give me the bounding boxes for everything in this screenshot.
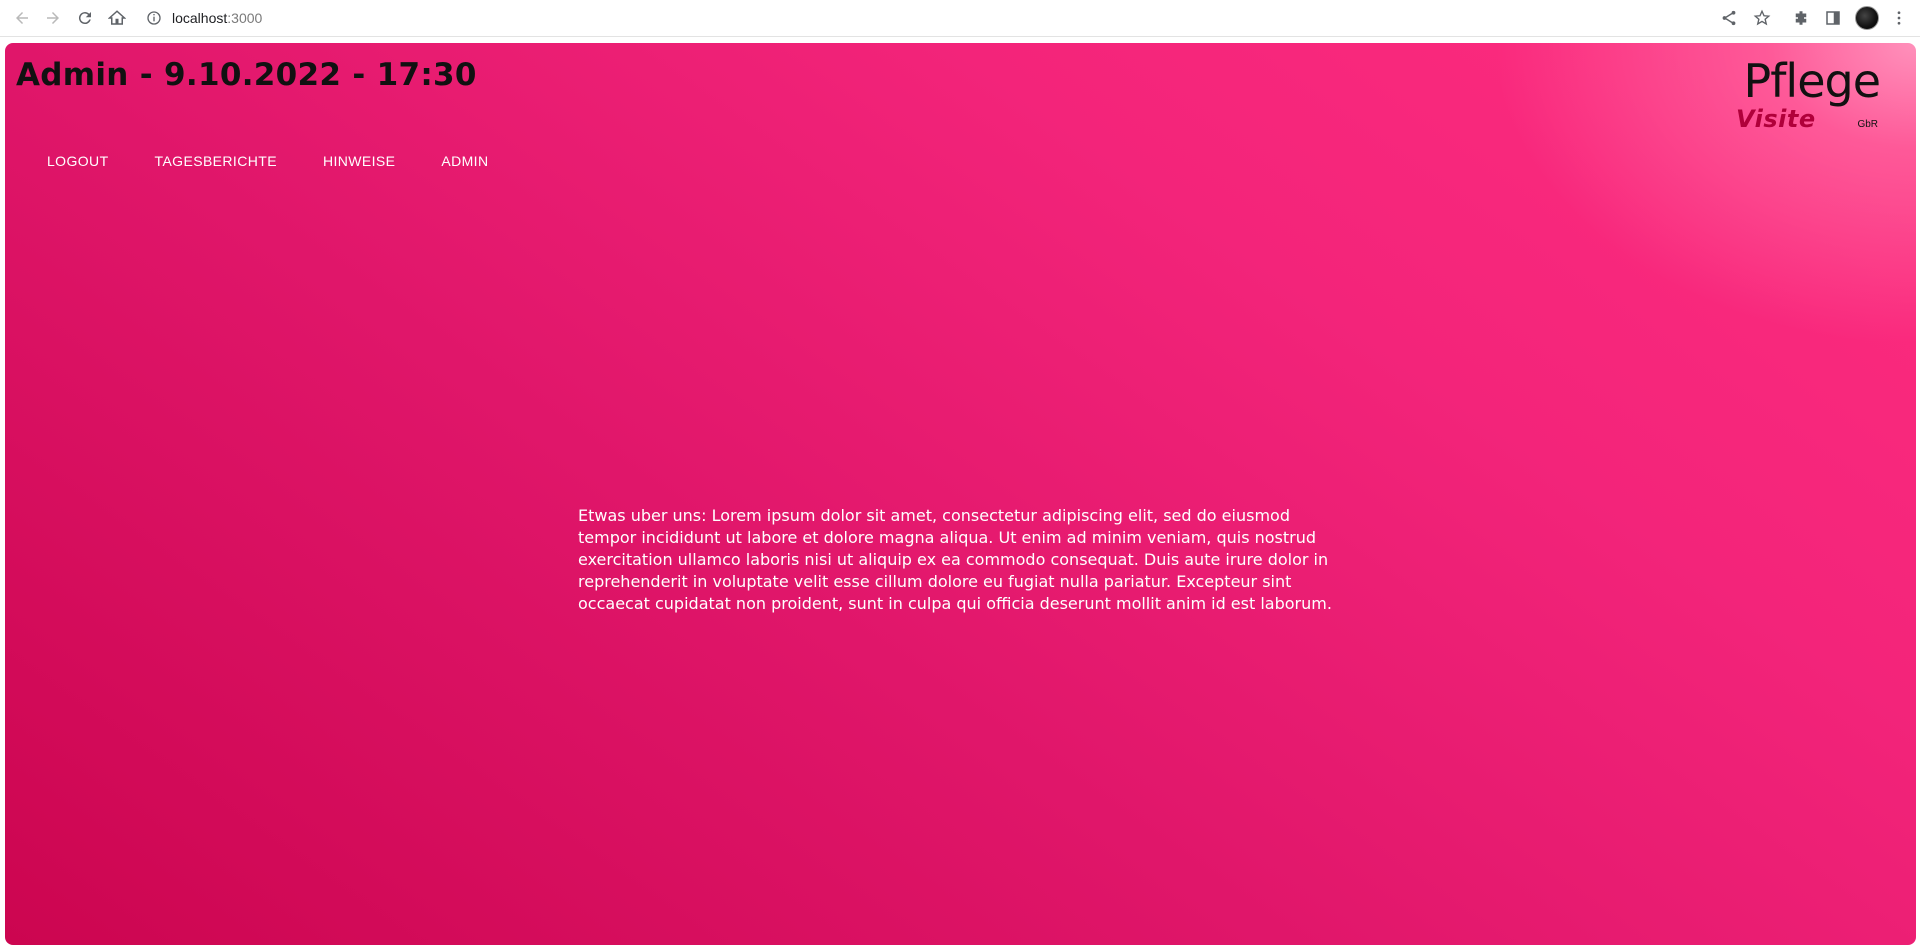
main-nav: LOGOUT TAGESBERICHTE HINWEISE ADMIN bbox=[29, 147, 517, 175]
nav-admin[interactable]: ADMIN bbox=[423, 147, 506, 175]
reload-icon[interactable] bbox=[72, 6, 98, 30]
nav-hinweise[interactable]: HINWEISE bbox=[305, 147, 413, 175]
address-bar[interactable]: localhost:3000 bbox=[146, 5, 1706, 31]
logo-suffix: GbR bbox=[1857, 119, 1878, 130]
info-icon bbox=[147, 11, 161, 25]
menu-kebab-icon[interactable] bbox=[1886, 6, 1912, 30]
app-panel: Admin - 9.10.2022 - 17:30 Pflege Visite … bbox=[5, 43, 1916, 945]
back-arrow-icon[interactable] bbox=[9, 6, 35, 30]
nav-logout[interactable]: LOGOUT bbox=[29, 147, 127, 175]
bookmark-star-icon[interactable] bbox=[1749, 6, 1775, 30]
logo-word-pflege: Pflege bbox=[1743, 54, 1881, 108]
side-panel-icon[interactable] bbox=[1820, 6, 1846, 30]
pflege-visite-logo: Pflege Visite GbR bbox=[1730, 53, 1881, 133]
about-text: Etwas uber uns: Lorem ipsum dolor sit am… bbox=[578, 506, 1332, 613]
extensions-puzzle-icon[interactable] bbox=[1788, 6, 1814, 30]
forward-arrow-icon[interactable] bbox=[40, 6, 66, 30]
logo-word-visite: Visite bbox=[1736, 105, 1816, 133]
page-title: Admin - 9.10.2022 - 17:30 bbox=[16, 57, 477, 93]
nav-tagesberichte[interactable]: TAGESBERICHTE bbox=[137, 147, 295, 175]
browser-toolbar: localhost:3000 bbox=[0, 0, 1920, 37]
url-port: :3000 bbox=[227, 10, 263, 26]
profile-avatar-icon[interactable] bbox=[1855, 6, 1879, 30]
share-icon[interactable] bbox=[1716, 6, 1742, 30]
url-host: localhost bbox=[172, 10, 228, 26]
home-icon[interactable] bbox=[104, 6, 130, 30]
